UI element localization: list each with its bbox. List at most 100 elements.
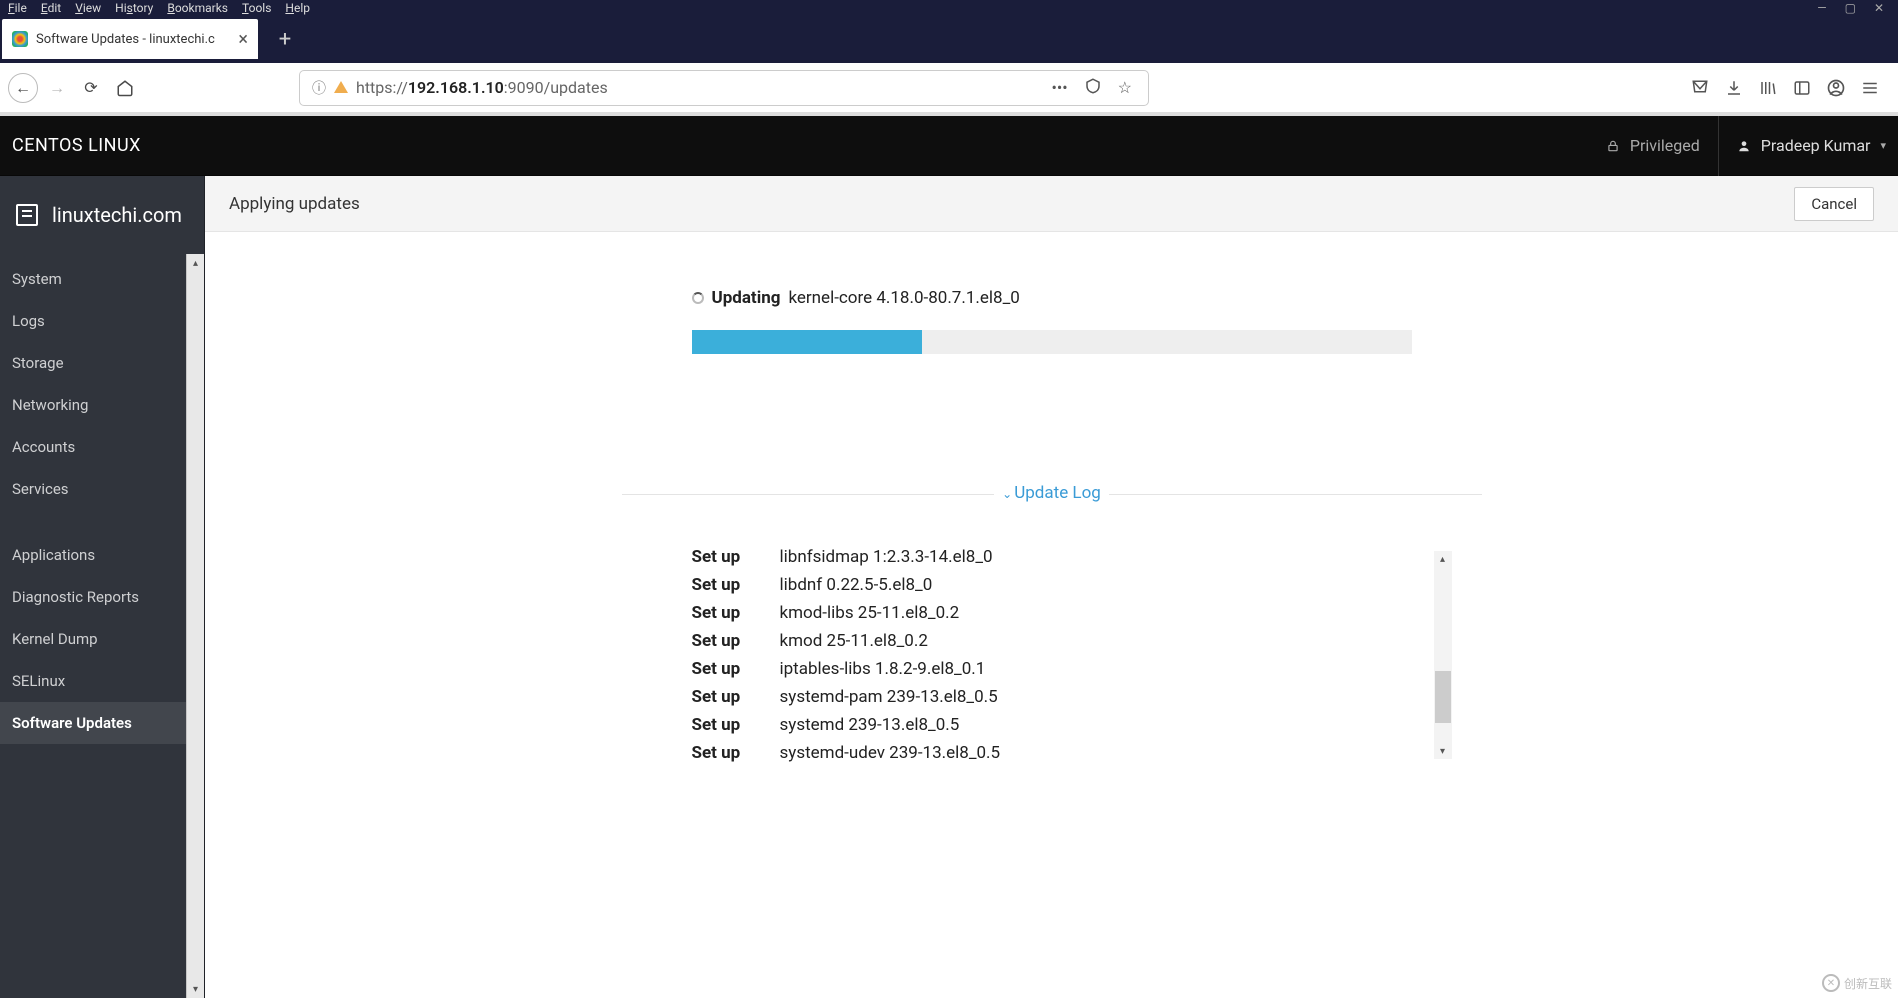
sidebar-item-logs[interactable]: Logs: [0, 300, 204, 342]
sidebar: linuxtechi.com SystemLogsStorageNetworki…: [0, 176, 205, 998]
update-package: kernel-core 4.18.0-80.7.1.el8_0: [788, 288, 1019, 308]
sidebar-item-kernel-dump[interactable]: Kernel Dump: [0, 618, 204, 660]
progress-fill: [692, 330, 922, 354]
update-status: Updating kernel-core 4.18.0-80.7.1.el8_0: [692, 288, 1412, 308]
lock-icon: [1606, 139, 1620, 153]
menu-file[interactable]: File: [8, 1, 27, 15]
menu-edit[interactable]: Edit: [41, 1, 61, 15]
scroll-up-arrow-icon[interactable]: ▴: [187, 254, 204, 272]
scroll-down-arrow-icon[interactable]: ▾: [187, 980, 204, 998]
sidebar-item-services[interactable]: Services: [0, 468, 204, 510]
update-block: Updating kernel-core 4.18.0-80.7.1.el8_0: [692, 288, 1412, 354]
menu-help[interactable]: Help: [285, 1, 310, 15]
host-name: linuxtechi.com: [52, 203, 182, 227]
sidebar-item-system[interactable]: System: [0, 258, 204, 300]
library-icon[interactable]: [1754, 74, 1782, 102]
downloads-icon[interactable]: [1720, 74, 1748, 102]
url-bar[interactable]: ⓘ https://192.168.1.10:9090/updates ••• …: [299, 70, 1149, 106]
log-package: kmod 25-11.el8_0.2: [780, 627, 928, 655]
log-package: kmod-libs 25-11.el8_0.2: [780, 599, 960, 627]
page-actions-icon[interactable]: •••: [1047, 78, 1071, 97]
content-area: Updating kernel-core 4.18.0-80.7.1.el8_0…: [205, 232, 1898, 998]
progress-bar: [692, 330, 1412, 354]
log-row: Set up kmod-libs 25-11.el8_0.2: [692, 599, 1412, 627]
sidebar-scrollbar[interactable]: ▴ ▾: [186, 254, 204, 998]
cancel-button[interactable]: Cancel: [1794, 187, 1874, 221]
log-package: systemd 239-13.el8_0.5: [780, 711, 960, 739]
page-title: Applying updates: [229, 194, 360, 214]
log-package: libdnf 0.22.5-5.el8_0: [780, 571, 933, 599]
security-warning-icon[interactable]: [334, 81, 348, 95]
menu-history[interactable]: History: [115, 1, 153, 15]
maximize-button[interactable]: ▢: [1845, 1, 1856, 15]
log-label: Update Log: [1014, 483, 1101, 503]
log-row: Set up libnfsidmap 1:2.3.3-14.el8_0: [692, 543, 1412, 571]
save-to-pocket-icon[interactable]: [1686, 74, 1714, 102]
back-button[interactable]: ←: [8, 73, 38, 103]
reader-mode-icon[interactable]: [1080, 77, 1106, 99]
toolbar-right: [1686, 74, 1890, 102]
sidebar-item-software-updates[interactable]: Software Updates: [0, 702, 204, 744]
log-row: Set upsystemd-pam 239-13.el8_0.5: [692, 683, 1412, 711]
log-row: Set uplibdnf 0.22.5-5.el8_0: [692, 571, 1412, 599]
log-row: Set upsystemd-udev 239-13.el8_0.5: [692, 739, 1412, 767]
log-package: libnfsidmap 1:2.3.3-14.el8_0: [780, 543, 993, 571]
log-action: Set up: [692, 711, 752, 739]
site-info-icon[interactable]: ⓘ: [312, 78, 326, 98]
hamburger-menu-icon[interactable]: [1856, 74, 1884, 102]
tab-close-icon[interactable]: ×: [238, 29, 248, 50]
cockpit-header: CENTOS LINUX Privileged Pradeep Kumar ▾: [0, 116, 1898, 176]
log-row: Set up systemd 239-13.el8_0.5: [692, 711, 1412, 739]
reload-button[interactable]: ⟳: [76, 73, 106, 103]
close-window-button[interactable]: ✕: [1874, 1, 1884, 15]
sidebar-item-applications[interactable]: Applications: [0, 534, 204, 576]
host-selector[interactable]: linuxtechi.com: [0, 176, 204, 254]
server-icon: [16, 204, 38, 226]
update-log: Set uplibnfsidmap 1:2.3.3-14.el8_0Set up…: [692, 543, 1412, 767]
scroll-up-arrow-icon[interactable]: ▴: [1434, 551, 1452, 567]
tab-title: Software Updates - linuxtechi.c: [36, 32, 230, 47]
sidebar-icon[interactable]: [1788, 74, 1816, 102]
update-action: Updating: [712, 288, 781, 308]
menu-bookmarks[interactable]: Bookmarks: [167, 1, 228, 15]
log-action: Set up: [692, 543, 752, 571]
main-content: Applying updates Cancel Updating kernel-…: [205, 176, 1898, 998]
menu-tools[interactable]: Tools: [242, 1, 271, 15]
forward-button[interactable]: →: [42, 73, 72, 103]
user-menu[interactable]: Pradeep Kumar ▾: [1719, 136, 1886, 155]
watermark: ✕ 创新互联: [1822, 974, 1892, 992]
sidebar-item-storage[interactable]: Storage: [0, 342, 204, 384]
update-log-toggle[interactable]: ⌄Update Log: [622, 494, 1482, 515]
log-action: Set up: [692, 627, 752, 655]
browser-tab[interactable]: Software Updates - linuxtechi.c ×: [2, 19, 258, 59]
menu-view[interactable]: View: [75, 1, 101, 15]
log-action: Set up: [692, 599, 752, 627]
sidebar-item-selinux[interactable]: SELinux: [0, 660, 204, 702]
window-controls: — ▢ ✕: [1817, 1, 1890, 15]
log-row: Set up iptables-libs 1.8.2-9.el8_0.1: [692, 655, 1412, 683]
log-scrollbar[interactable]: ▴ ▾: [1434, 551, 1452, 759]
bookmark-star-icon[interactable]: ☆: [1114, 78, 1136, 97]
browser-menubar: File Edit View History Bookmarks Tools H…: [0, 0, 1898, 15]
chevron-down-icon: ▾: [1880, 139, 1886, 152]
log-action: Set up: [692, 655, 752, 683]
spinner-icon: [692, 292, 704, 304]
log-package: systemd-pam 239-13.el8_0.5: [780, 683, 998, 711]
user-name: Pradeep Kumar: [1761, 136, 1871, 155]
sidebar-item-networking[interactable]: Networking: [0, 384, 204, 426]
account-icon[interactable]: [1822, 74, 1850, 102]
log-package: iptables-libs 1.8.2-9.el8_0.1: [780, 655, 986, 683]
home-button[interactable]: [110, 73, 140, 103]
browser-navbar: ← → ⟳ ⓘ https://192.168.1.10:9090/update…: [0, 63, 1898, 113]
minimize-button[interactable]: —: [1817, 1, 1826, 15]
scroll-down-arrow-icon[interactable]: ▾: [1434, 743, 1452, 759]
sidebar-nav: SystemLogsStorageNetworkingAccountsServi…: [0, 254, 204, 744]
scroll-thumb[interactable]: [1435, 671, 1451, 723]
log-row: Set up kmod 25-11.el8_0.2: [692, 627, 1412, 655]
chevron-down-icon: ⌄: [1002, 487, 1012, 501]
sidebar-item-diagnostic-reports[interactable]: Diagnostic Reports: [0, 576, 204, 618]
browser-tabbar: Software Updates - linuxtechi.c × +: [0, 15, 1898, 63]
tab-favicon: [12, 31, 28, 47]
new-tab-button[interactable]: +: [268, 22, 302, 56]
sidebar-item-accounts[interactable]: Accounts: [0, 426, 204, 468]
